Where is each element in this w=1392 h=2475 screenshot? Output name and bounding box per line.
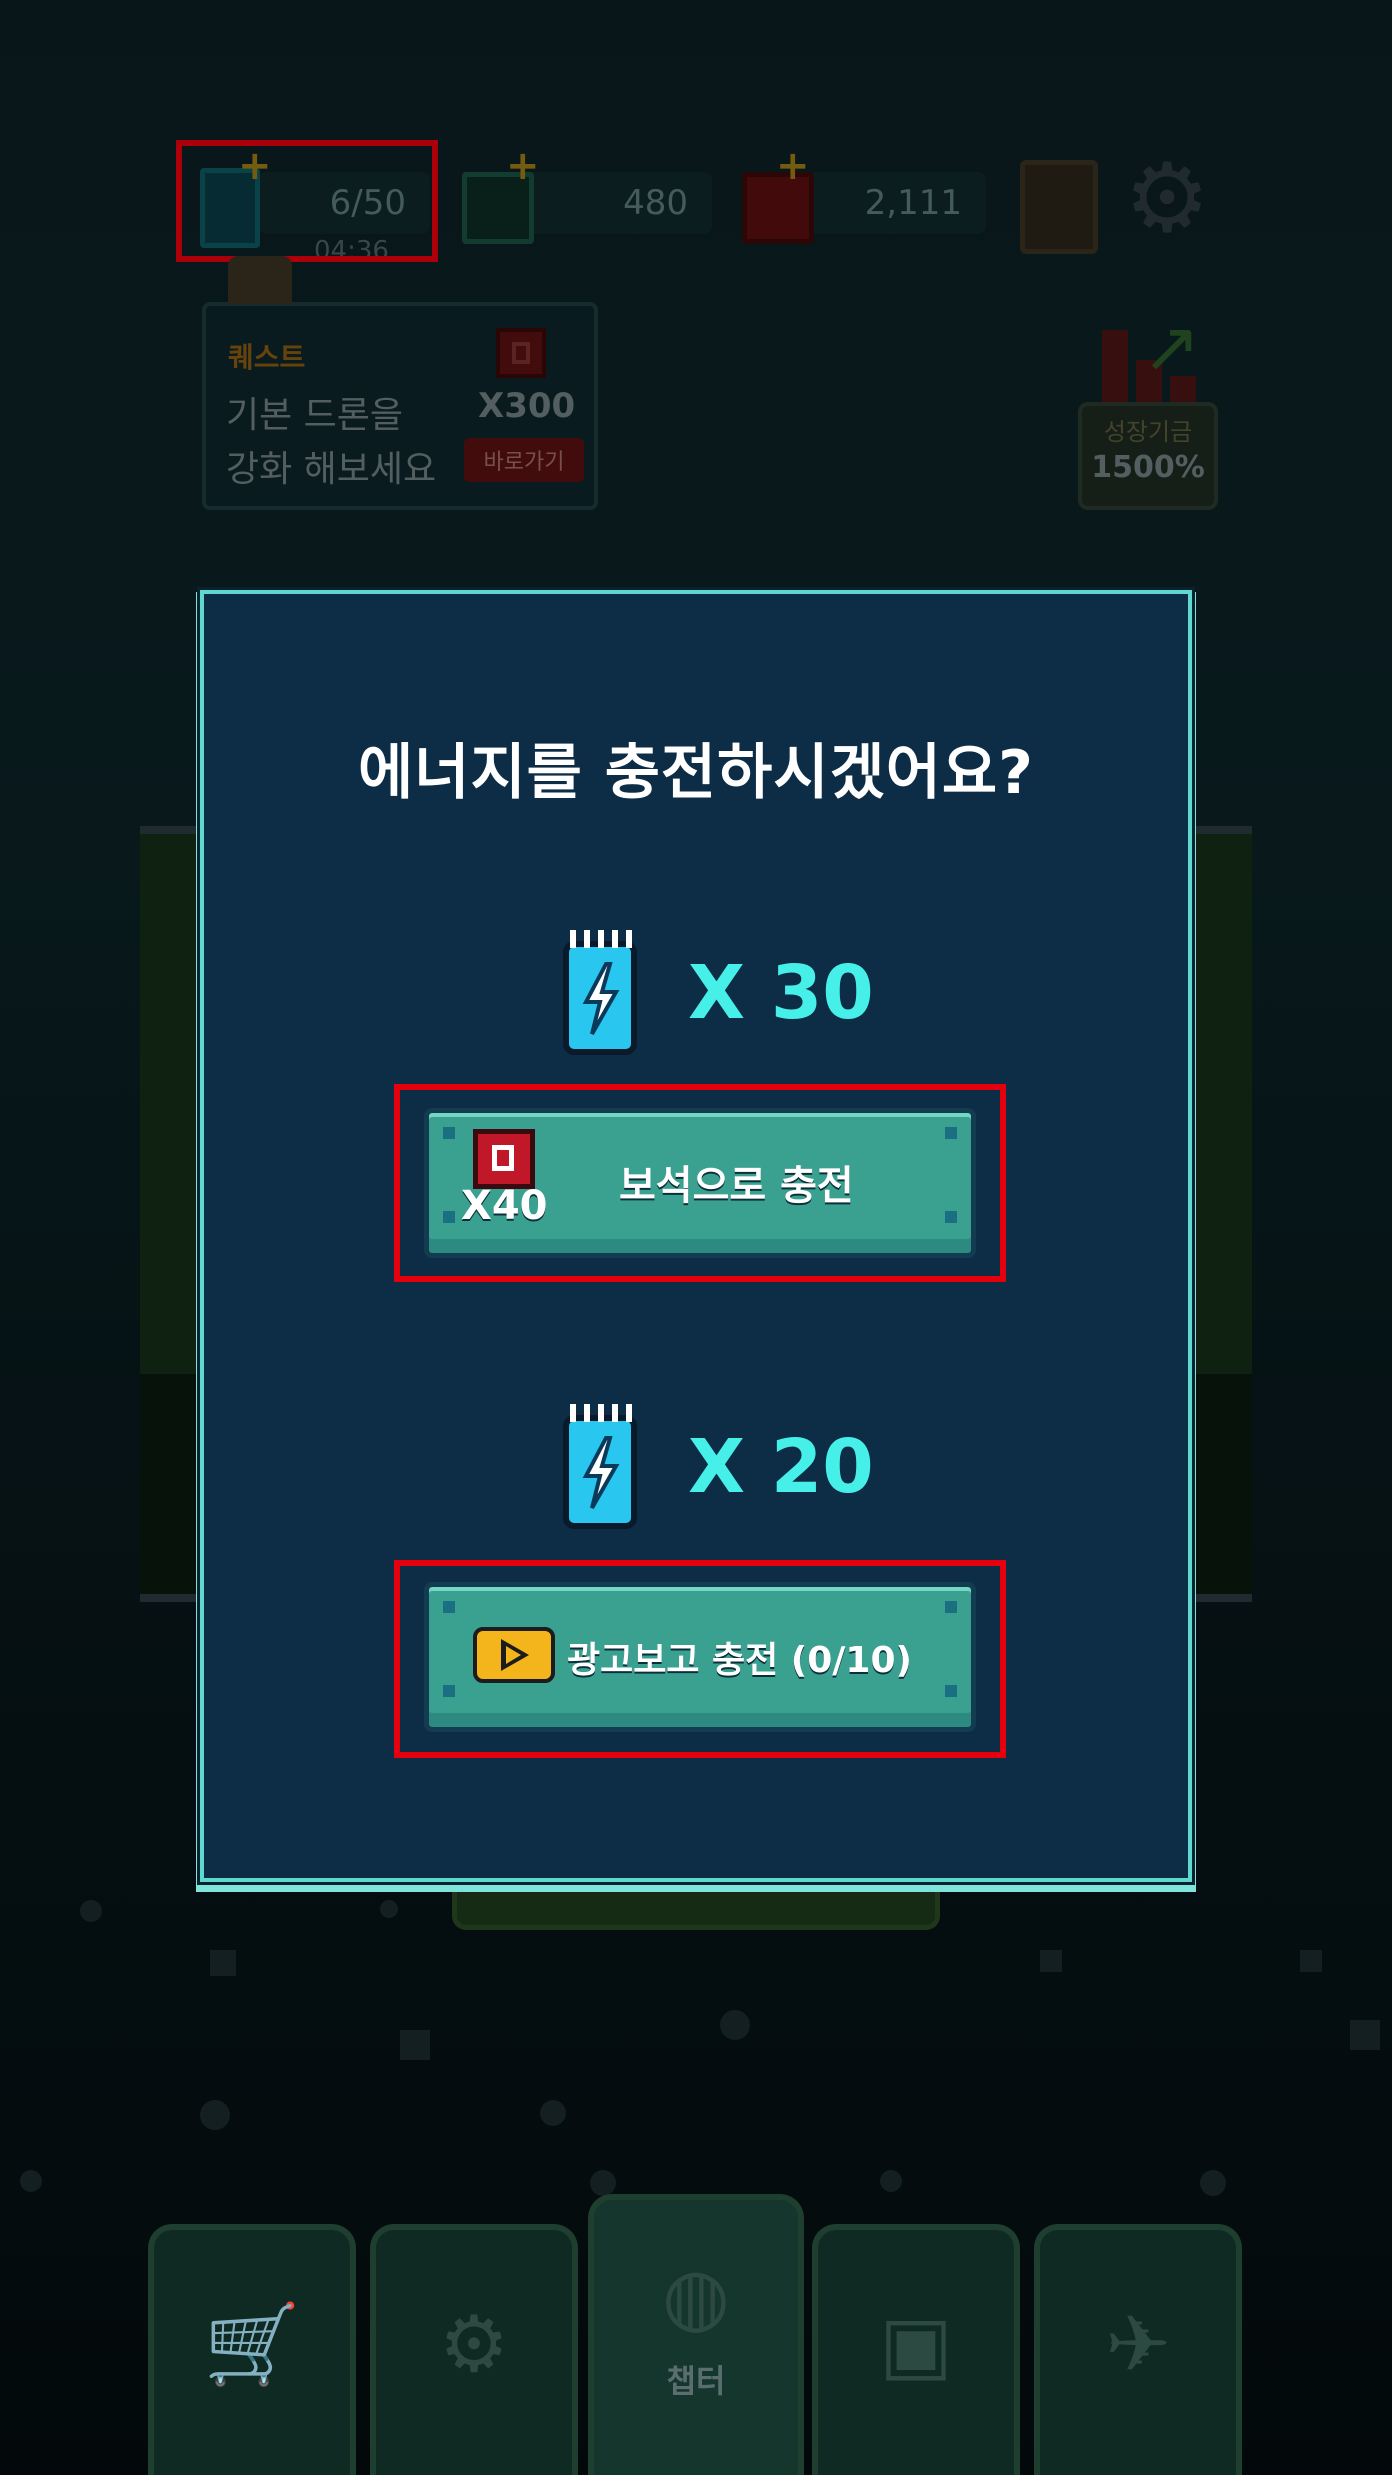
- tab-drone[interactable]: ✈: [1034, 2224, 1242, 2475]
- tab-upgrade[interactable]: ⚙: [370, 2224, 578, 2475]
- robot-arm-icon: ⚙: [439, 2300, 509, 2390]
- reward-option-2: X 20: [204, 1404, 1188, 1534]
- tab-chip[interactable]: ▣: [812, 2224, 1020, 2475]
- energy-battery-icon: [563, 930, 637, 1055]
- reward-amount-2: X 20: [688, 1424, 874, 1510]
- recharge-with-ad-button[interactable]: 광고보고 충전 (0/10): [424, 1582, 976, 1732]
- gem-cost: X40: [461, 1183, 548, 1229]
- ad-button-label: 광고보고 충전 (0/10): [567, 1640, 912, 1681]
- globe-icon: ◍: [661, 2252, 731, 2342]
- recharge-with-gems-button[interactable]: X40 보석으로 충전: [424, 1108, 976, 1258]
- dialog-title: 에너지를 충전하시겠어요?: [358, 738, 1034, 808]
- shop-cart-icon: 🛒: [203, 2300, 301, 2390]
- gem-button-label: 보석으로 충전: [619, 1163, 854, 1209]
- drone-icon: ✈: [1105, 2300, 1171, 2390]
- tab-chapter[interactable]: ◍ 챕터: [588, 2194, 804, 2475]
- tab-chapter-label: 챕터: [666, 2362, 726, 2400]
- energy-recharge-dialog: 에너지를 충전하시겠어요? X 30 X40 보석으로 충전 X 20 광고보고…: [200, 590, 1192, 1882]
- energy-battery-icon: [563, 1404, 637, 1529]
- chip-icon: ▣: [879, 2300, 953, 2390]
- reward-amount-1: X 30: [688, 950, 874, 1036]
- play-video-icon: [473, 1627, 555, 1683]
- gem-icon: [473, 1129, 535, 1189]
- tab-shop[interactable]: 🛒: [148, 2224, 356, 2475]
- reward-option-1: X 30: [204, 930, 1188, 1060]
